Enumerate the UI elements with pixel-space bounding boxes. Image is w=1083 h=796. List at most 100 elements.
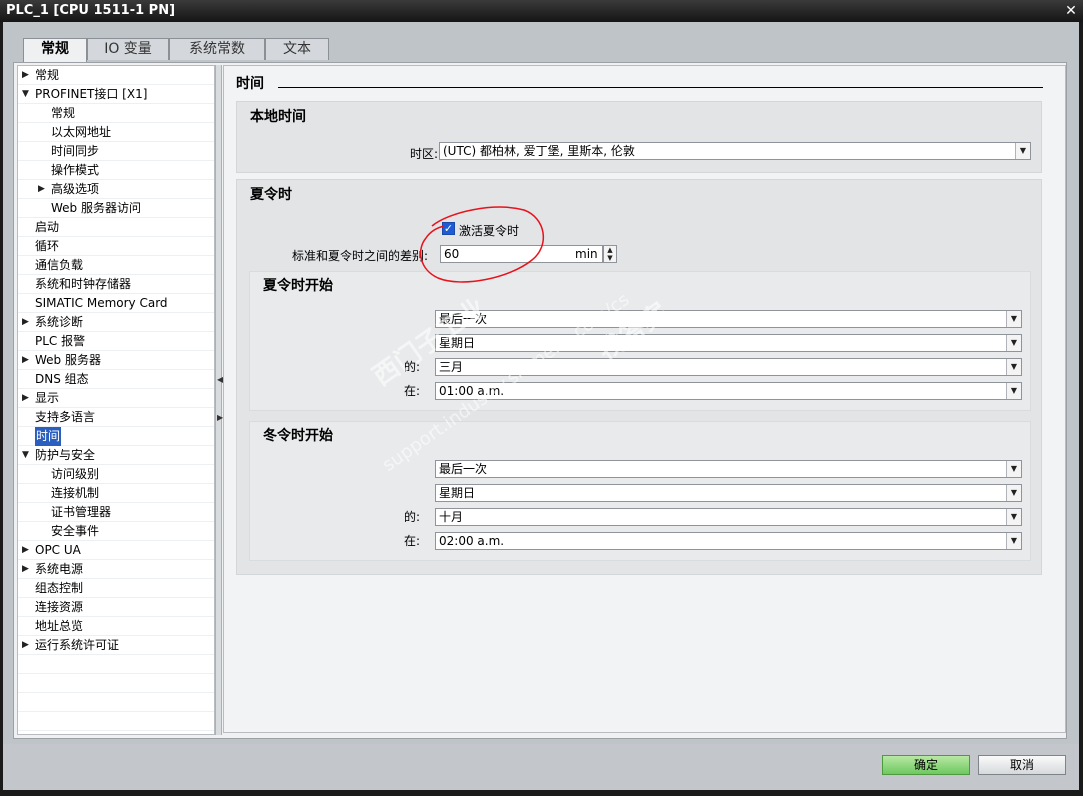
tree-item[interactable]: ▼ 防护与安全: [18, 446, 214, 465]
tab-system-constants[interactable]: 系统常数: [169, 38, 265, 60]
tree-item[interactable]: 安全事件: [18, 522, 214, 541]
tree-item-label: 安全事件: [51, 524, 100, 538]
dst-end-month-select[interactable]: 十月 ▼: [435, 508, 1022, 526]
tree-item[interactable]: 操作模式: [18, 161, 214, 180]
dst-difference-label: 标准和夏令时之间的差别:: [291, 249, 428, 263]
ok-button[interactable]: 确定: [882, 755, 970, 775]
tree-item[interactable]: ▶ 系统电源: [18, 560, 214, 579]
tree-item[interactable]: 访问级别: [18, 465, 214, 484]
tree-item[interactable]: 证书管理器: [18, 503, 214, 522]
dst-end-day-select[interactable]: 星期日 ▼: [435, 484, 1022, 502]
tree-item[interactable]: ▶ 高级选项: [18, 180, 214, 199]
expand-right-icon[interactable]: ▶: [22, 636, 29, 655]
dst-start-time-select[interactable]: 01:00 a.m. ▼: [435, 382, 1022, 400]
spin-down-icon[interactable]: ▼: [604, 254, 616, 262]
tab-io-tags[interactable]: IO 变量: [87, 38, 169, 60]
dst-start-day-value: 星期日: [439, 336, 476, 350]
panel-splitter[interactable]: ◀ ▶: [215, 65, 223, 735]
expand-right-icon[interactable]: ▶: [22, 66, 29, 85]
dst-start-week-select[interactable]: 最后一次 ▼: [435, 310, 1022, 328]
cancel-button[interactable]: 取消: [978, 755, 1066, 775]
expand-down-icon[interactable]: ▼: [22, 85, 29, 104]
properties-panel: ▶ 常规 ▼ PROFINET接口 [X1] 常规 以太网地址 时间同步 操作模式 ▶ 高级选项 W…: [13, 62, 1067, 739]
tree-item[interactable]: SIMATIC Memory Card: [18, 294, 214, 313]
dst-start-day-select[interactable]: 星期日 ▼: [435, 334, 1022, 352]
tree-item-label: 时间同步: [51, 144, 100, 158]
tree-item-label: 证书管理器: [51, 505, 112, 519]
tree-item-label: 常规: [35, 68, 60, 82]
dst-start-month-select[interactable]: 三月 ▼: [435, 358, 1022, 376]
window-title: PLC_1 [CPU 1511-1 PN]: [6, 3, 176, 18]
tree-item-label: PLC 报警: [35, 334, 86, 348]
tree-item-label: 防护与安全: [35, 448, 96, 462]
timezone-label: 时区:: [409, 147, 438, 161]
expand-right-icon[interactable]: ▶: [22, 560, 29, 579]
tree-item[interactable]: 地址总览: [18, 617, 214, 636]
tree-item[interactable]: 连接资源: [18, 598, 214, 617]
tree-item-label: 运行系统许可证: [35, 638, 120, 652]
tree-item[interactable]: 支持多语言: [18, 408, 214, 427]
tree-item-label: 启动: [35, 220, 60, 234]
timezone-value: (UTC) 都柏林, 爱丁堡, 里斯本, 伦敦: [443, 144, 635, 158]
dst-start-group: 夏令时开始 最后一次 ▼ 星期日 ▼ 的: 三月 ▼ 在: 01:00 a.m. ▼: [249, 271, 1031, 411]
timezone-select[interactable]: (UTC) 都柏林, 爱丁堡, 里斯本, 伦敦 ▼: [439, 142, 1031, 160]
tree-item[interactable]: ▶ Web 服务器: [18, 351, 214, 370]
chevron-down-icon[interactable]: ▼: [1006, 485, 1021, 501]
tree-item-label: 高级选项: [51, 182, 100, 196]
expand-right-icon[interactable]: ▶: [38, 180, 45, 199]
chevron-down-icon[interactable]: ▼: [1006, 509, 1021, 525]
tree-item-label: 系统和时钟存储器: [35, 277, 132, 291]
tree-item[interactable]: 通信负载: [18, 256, 214, 275]
tree-item[interactable]: Web 服务器访问: [18, 199, 214, 218]
tree-item[interactable]: 以太网地址: [18, 123, 214, 142]
spin-up-icon[interactable]: ▲: [604, 246, 616, 254]
dst-difference-spinner[interactable]: ▲ ▼: [603, 245, 617, 263]
tree-item[interactable]: DNS 组态: [18, 370, 214, 389]
chevron-down-icon[interactable]: ▼: [1006, 359, 1021, 375]
tree-item[interactable]: ▶ 系统诊断: [18, 313, 214, 332]
tree-item[interactable]: 时间同步: [18, 142, 214, 161]
dst-group: 夏令时 ✓ 激活夏令时 标准和夏令时之间的差别: 60 min ▲ ▼ 夏令时开始…: [236, 179, 1042, 575]
tree-empty-row: [18, 674, 214, 693]
tree-item[interactable]: ▶ 显示: [18, 389, 214, 408]
tree-item-label: PROFINET接口 [X1]: [35, 87, 148, 101]
chevron-down-icon[interactable]: ▼: [1006, 335, 1021, 351]
tree-item[interactable]: ▼ PROFINET接口 [X1]: [18, 85, 214, 104]
dst-end-week-select[interactable]: 最后一次 ▼: [435, 460, 1022, 478]
close-icon[interactable]: ✕: [1063, 3, 1079, 19]
dst-difference-unit: min: [573, 245, 603, 263]
tree-item[interactable]: 系统和时钟存储器: [18, 275, 214, 294]
expand-right-icon[interactable]: ▶: [22, 313, 29, 332]
tab-general[interactable]: 常规: [23, 38, 87, 62]
expand-down-icon[interactable]: ▼: [22, 446, 29, 465]
chevron-down-icon[interactable]: ▼: [1006, 311, 1021, 327]
tree-item[interactable]: 时间: [18, 427, 214, 446]
tree-item-label: 组态控制: [35, 581, 84, 595]
tree-item[interactable]: 常规: [18, 104, 214, 123]
dst-end-time-select[interactable]: 02:00 a.m. ▼: [435, 532, 1022, 550]
tree-item-label: 地址总览: [35, 619, 84, 633]
dst-start-week-value: 最后一次: [439, 312, 488, 326]
tree-item[interactable]: PLC 报警: [18, 332, 214, 351]
tree-item[interactable]: 启动: [18, 218, 214, 237]
expand-right-icon[interactable]: ▶: [22, 351, 29, 370]
tree-item[interactable]: ▶ 常规: [18, 66, 214, 85]
tree-item-label: 操作模式: [51, 163, 100, 177]
tree-item-label: 访问级别: [51, 467, 100, 481]
chevron-down-icon[interactable]: ▼: [1006, 533, 1021, 549]
chevron-down-icon[interactable]: ▼: [1015, 143, 1030, 159]
expand-right-icon[interactable]: ▶: [22, 389, 29, 408]
section-divider: [278, 87, 1043, 88]
navigation-tree[interactable]: ▶ 常规 ▼ PROFINET接口 [X1] 常规 以太网地址 时间同步 操作模式 ▶ 高级选项 W…: [17, 65, 215, 735]
tab-texts[interactable]: 文本: [265, 38, 329, 60]
tree-item[interactable]: 循环: [18, 237, 214, 256]
tree-item[interactable]: ▶ 运行系统许可证: [18, 636, 214, 655]
chevron-down-icon[interactable]: ▼: [1006, 461, 1021, 477]
expand-right-icon[interactable]: ▶: [22, 541, 29, 560]
dst-start-title: 夏令时开始: [263, 278, 333, 294]
tree-item-label: Web 服务器访问: [51, 201, 141, 215]
tree-item[interactable]: ▶ OPC UA: [18, 541, 214, 560]
tree-item[interactable]: 组态控制: [18, 579, 214, 598]
chevron-down-icon[interactable]: ▼: [1006, 383, 1021, 399]
tree-item[interactable]: 连接机制: [18, 484, 214, 503]
